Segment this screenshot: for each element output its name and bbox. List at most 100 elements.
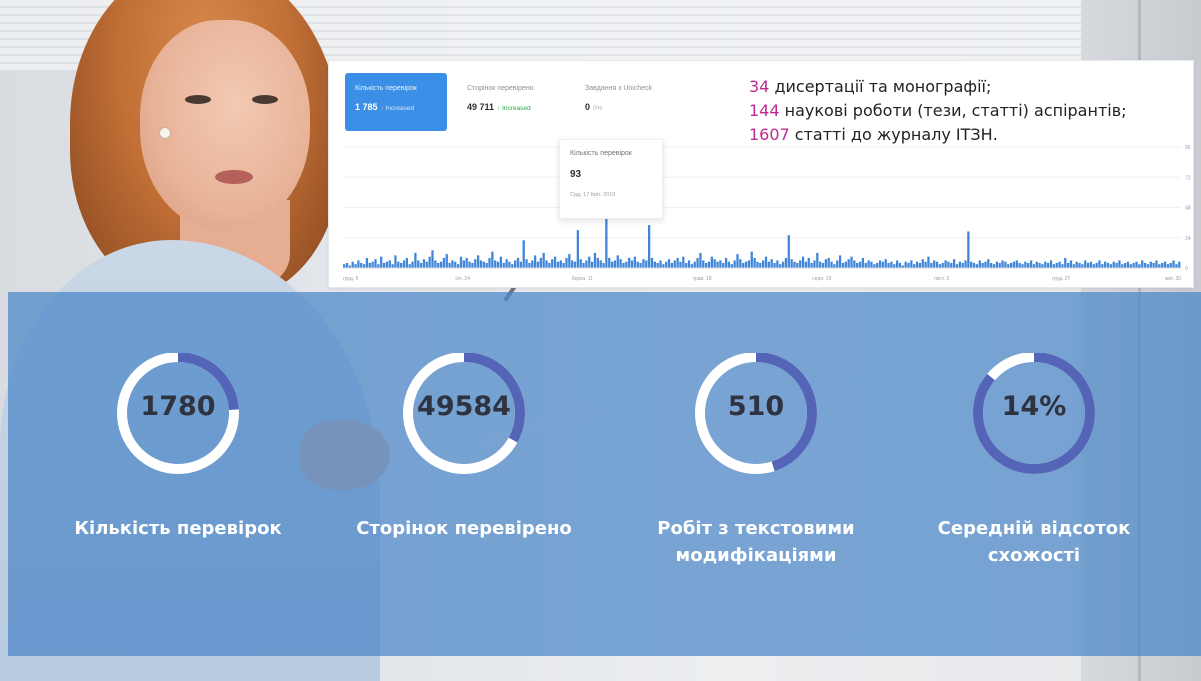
chart-bar [647,225,651,268]
chart-bar [465,257,468,268]
chart-bar [890,261,893,268]
chart-bar [613,260,617,268]
chart-bar [1024,261,1027,268]
chart-bar [1047,262,1050,268]
chart-bar [844,261,847,268]
chart-bar [1009,262,1013,268]
chart-bar [362,264,366,268]
chart-bar [1123,262,1127,268]
chart-bar [1092,264,1095,268]
chart-bar [1104,261,1107,268]
chart-bar [642,259,645,268]
chart-bar [365,257,369,268]
chart-bar [491,251,494,268]
presenter-earring [160,128,170,138]
x-tick-label: трав. 18 [693,276,712,282]
chart-bar [505,259,508,268]
chart-bar [850,256,853,268]
chart-bar [511,264,514,268]
chart-bar [345,262,349,268]
chart-bar [987,259,990,268]
progress-ring [695,353,817,474]
chart-bar [343,264,346,268]
chart-bar [468,261,471,268]
presenter-eye-left [185,95,211,104]
chart-bar [431,250,434,268]
chart-bar [904,261,907,268]
chart-bar [887,262,890,268]
progress-ring [403,353,525,474]
chart-bar [1066,262,1070,268]
chart-bar [710,256,713,268]
chart-bar [593,252,597,269]
chart-bar [779,264,782,268]
chart-bar [833,264,836,268]
chart-bar [796,262,799,268]
chart-bar [1146,264,1150,268]
chart-bar [767,261,770,268]
chart-bar [947,261,950,268]
chart-bar [992,264,996,268]
chart-bar [508,261,511,268]
chart-bar [402,260,406,268]
chart-bar [528,262,531,268]
chart-bar [1172,260,1175,268]
chart-bar [405,257,408,268]
chart-bar [485,262,488,268]
metric-value: 510 [727,391,785,422]
presenter-eye-right [252,95,278,104]
x-tick-label: груд. 27 [1052,276,1070,282]
chart-bar [662,264,665,268]
presenter-face [140,20,310,230]
chart-bar [753,257,756,268]
chart-bar [978,260,981,268]
y-tick-label: 72 [1185,175,1191,181]
chart-bar [776,260,779,268]
chart-bar [1032,264,1036,268]
chart-bar [391,264,394,268]
chart-bar [918,262,922,268]
chart-bar [1072,264,1075,268]
chart-bar [1112,261,1115,268]
chart-bar [884,259,887,268]
stat-number: 1607 [749,125,790,144]
chart-bar [1058,261,1061,268]
chart-bar [442,257,446,268]
chart-bar [801,256,805,268]
chart-bar [690,264,694,268]
chart-bar [665,261,668,268]
chart-bar [1175,264,1178,268]
chart-bar [479,260,483,268]
chart-bar [496,261,500,268]
chart-bar [459,256,463,268]
chart-bar [556,261,560,268]
chart-bar [1141,260,1144,268]
chart-bar [414,252,417,269]
chart-bar [1178,261,1181,268]
chart-bar [1027,262,1030,268]
tooltip-title: Кількість перевірок [570,150,632,157]
chart-bar [576,230,580,268]
chart-bar [565,257,568,268]
stat-number: 144 [749,101,780,120]
chart-bar [653,261,656,268]
chart-bar [707,261,711,268]
chart-bar [679,261,682,268]
chart-bar [488,257,491,268]
chart-bar [1061,264,1064,268]
chart-bar [935,261,939,268]
chart-bar [1001,260,1004,268]
chart-bar [1012,261,1016,268]
metric-checks: 1780 Кількість перевірок [58,353,298,613]
chart-bar [836,260,839,268]
chart-bar [1007,264,1010,268]
chart-bar [357,260,360,268]
chart-bar [382,262,386,268]
chart-bar [821,262,825,268]
chart-bar [525,259,528,268]
chart-bar [958,261,961,268]
chart-bar [750,251,753,268]
chart-bar [770,259,773,268]
dashboard-screenshot: Кількість перевірок 1 785 ↑ Increased Сто… [328,60,1194,288]
chart-bar [938,264,941,268]
